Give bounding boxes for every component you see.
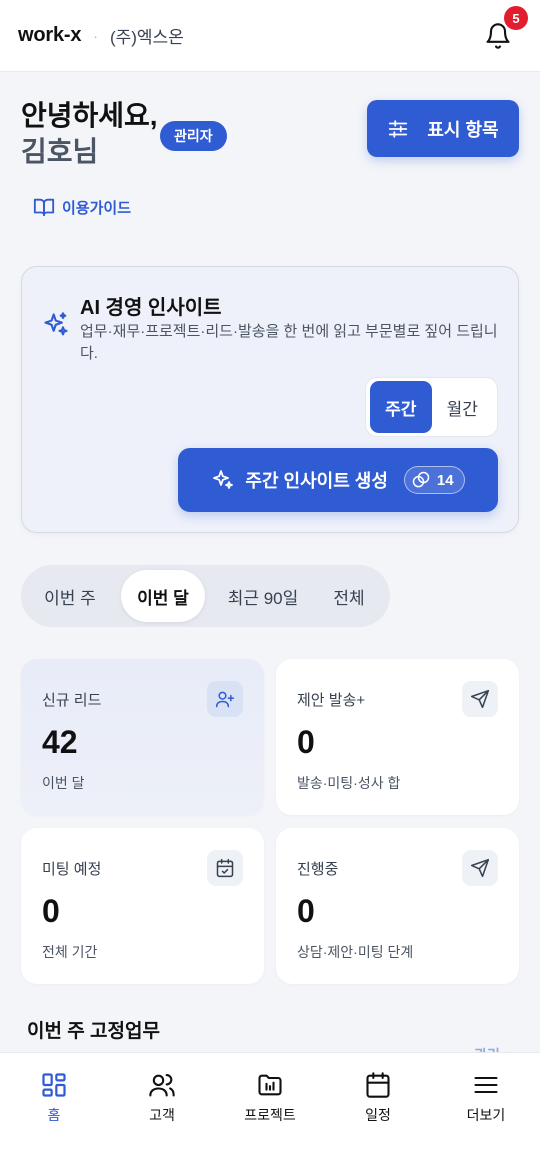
stat-value: 0 xyxy=(297,724,315,760)
nav-label: 프로젝트 xyxy=(244,1107,296,1123)
company-name[interactable]: (주)엑스온 xyxy=(110,23,184,48)
credit-badge: 14 xyxy=(403,466,465,494)
menu-icon xyxy=(474,1076,498,1094)
nav-label: 홈 xyxy=(47,1107,61,1123)
sliders-icon xyxy=(389,119,408,138)
ai-insight-description: 업무·재무·프로젝트·리드·발송을 한 번에 읽고 부문별로 짚어 드립니다. xyxy=(80,323,498,362)
ai-insight-card: AI 경영 인사이트 업무·재무·프로젝트·리드·발송을 한 번에 읽고 부문별… xyxy=(21,266,519,533)
nav-item-more[interactable]: 더보기 xyxy=(432,1053,540,1158)
notification-badge: 5 xyxy=(504,6,528,30)
brand-logo[interactable]: work-x xyxy=(18,24,81,47)
stat-card-in-progress[interactable]: 진행중 0 상담·제안·미팅 단계 xyxy=(276,828,519,984)
usage-guide-link[interactable]: 이용가이드 xyxy=(33,196,131,218)
nav-item-schedule[interactable]: 일정 xyxy=(324,1053,432,1158)
ai-insight-title: AI 경영 인사이트 xyxy=(80,297,222,319)
stat-value: 0 xyxy=(297,893,315,929)
stat-value: 42 xyxy=(42,724,78,760)
nav-label: 고객 xyxy=(149,1107,175,1123)
home-grid-icon xyxy=(42,1073,66,1097)
sparkles-icon xyxy=(213,470,234,489)
user-plus-icon xyxy=(215,691,235,708)
stat-icon-box xyxy=(207,850,243,886)
book-open-icon xyxy=(33,198,55,217)
bottom-navigation: 홈 고객 프로젝트 일정 더보기 xyxy=(0,1052,540,1158)
nav-item-home[interactable]: 홈 xyxy=(0,1053,108,1158)
stat-icon-box xyxy=(462,850,498,886)
stat-card-new-leads[interactable]: 신규 리드 42 이번 달 xyxy=(21,659,264,815)
period-toggle: 주간 월간 xyxy=(365,377,498,437)
send-icon xyxy=(470,689,490,709)
sparkles-icon xyxy=(44,312,68,336)
greeting: 안녕하세요, 김호님 xyxy=(21,98,158,170)
usage-guide-label: 이용가이드 xyxy=(62,199,132,217)
section-title-weekly-tasks: 이번 주 고정업무 xyxy=(27,1021,160,1042)
stat-card-meetings-scheduled[interactable]: 미팅 예정 0 전체 기간 xyxy=(21,828,264,984)
stat-subtitle: 전체 기간 xyxy=(42,944,98,960)
stat-card-proposals-sent[interactable]: 제안 발송+ 0 발송·미팅·성사 합 xyxy=(276,659,519,815)
period-weekly-option[interactable]: 주간 xyxy=(370,381,432,433)
stat-label: 신규 리드 xyxy=(42,692,102,709)
stat-icon-box xyxy=(207,681,243,717)
stat-label: 진행중 xyxy=(297,861,339,878)
tab-this-month[interactable]: 이번 달 xyxy=(121,570,205,622)
greeting-user-name: 김호님 xyxy=(21,136,99,167)
top-bar: work-x · (주)엑스온 5 xyxy=(0,0,540,72)
display-items-button[interactable]: 표시 항목 xyxy=(367,100,519,157)
stat-label: 미팅 예정 xyxy=(42,861,102,878)
stat-value: 0 xyxy=(42,893,60,929)
notification-button[interactable]: 5 xyxy=(484,6,528,50)
generate-insight-label: 주간 인사이트 생성 xyxy=(245,471,388,491)
stat-subtitle: 이번 달 xyxy=(42,775,85,791)
nav-item-projects[interactable]: 프로젝트 xyxy=(216,1053,324,1158)
greeting-line1: 안녕하세요, xyxy=(21,100,158,131)
nav-item-customers[interactable]: 고객 xyxy=(108,1053,216,1158)
calendar-icon xyxy=(366,1072,390,1098)
coins-icon xyxy=(412,471,430,488)
role-badge: 관리자 xyxy=(160,121,227,151)
credit-count: 14 xyxy=(436,471,454,489)
display-items-label: 표시 항목 xyxy=(427,119,499,140)
folder-chart-icon xyxy=(258,1074,282,1096)
nav-label: 더보기 xyxy=(466,1107,506,1123)
tab-all[interactable]: 전체 xyxy=(315,570,383,622)
generate-insight-button[interactable]: 주간 인사이트 생성 14 xyxy=(178,448,498,512)
date-range-tabs: 이번 주 이번 달 최근 90일 전체 xyxy=(21,565,390,627)
tab-last-90-days[interactable]: 최근 90일 xyxy=(211,570,315,622)
stat-label: 제안 발송+ xyxy=(297,692,366,709)
send-icon xyxy=(470,858,490,878)
users-icon xyxy=(149,1074,175,1097)
stat-icon-box xyxy=(462,681,498,717)
stat-subtitle: 발송·미팅·성사 합 xyxy=(297,775,401,791)
stat-subtitle: 상담·제안·미팅 단계 xyxy=(297,944,414,960)
header-separator: · xyxy=(93,27,98,44)
period-monthly-option[interactable]: 월간 xyxy=(432,381,494,433)
tab-this-week[interactable]: 이번 주 xyxy=(25,570,115,622)
nav-label: 일정 xyxy=(365,1107,391,1123)
calendar-check-icon xyxy=(216,858,234,878)
